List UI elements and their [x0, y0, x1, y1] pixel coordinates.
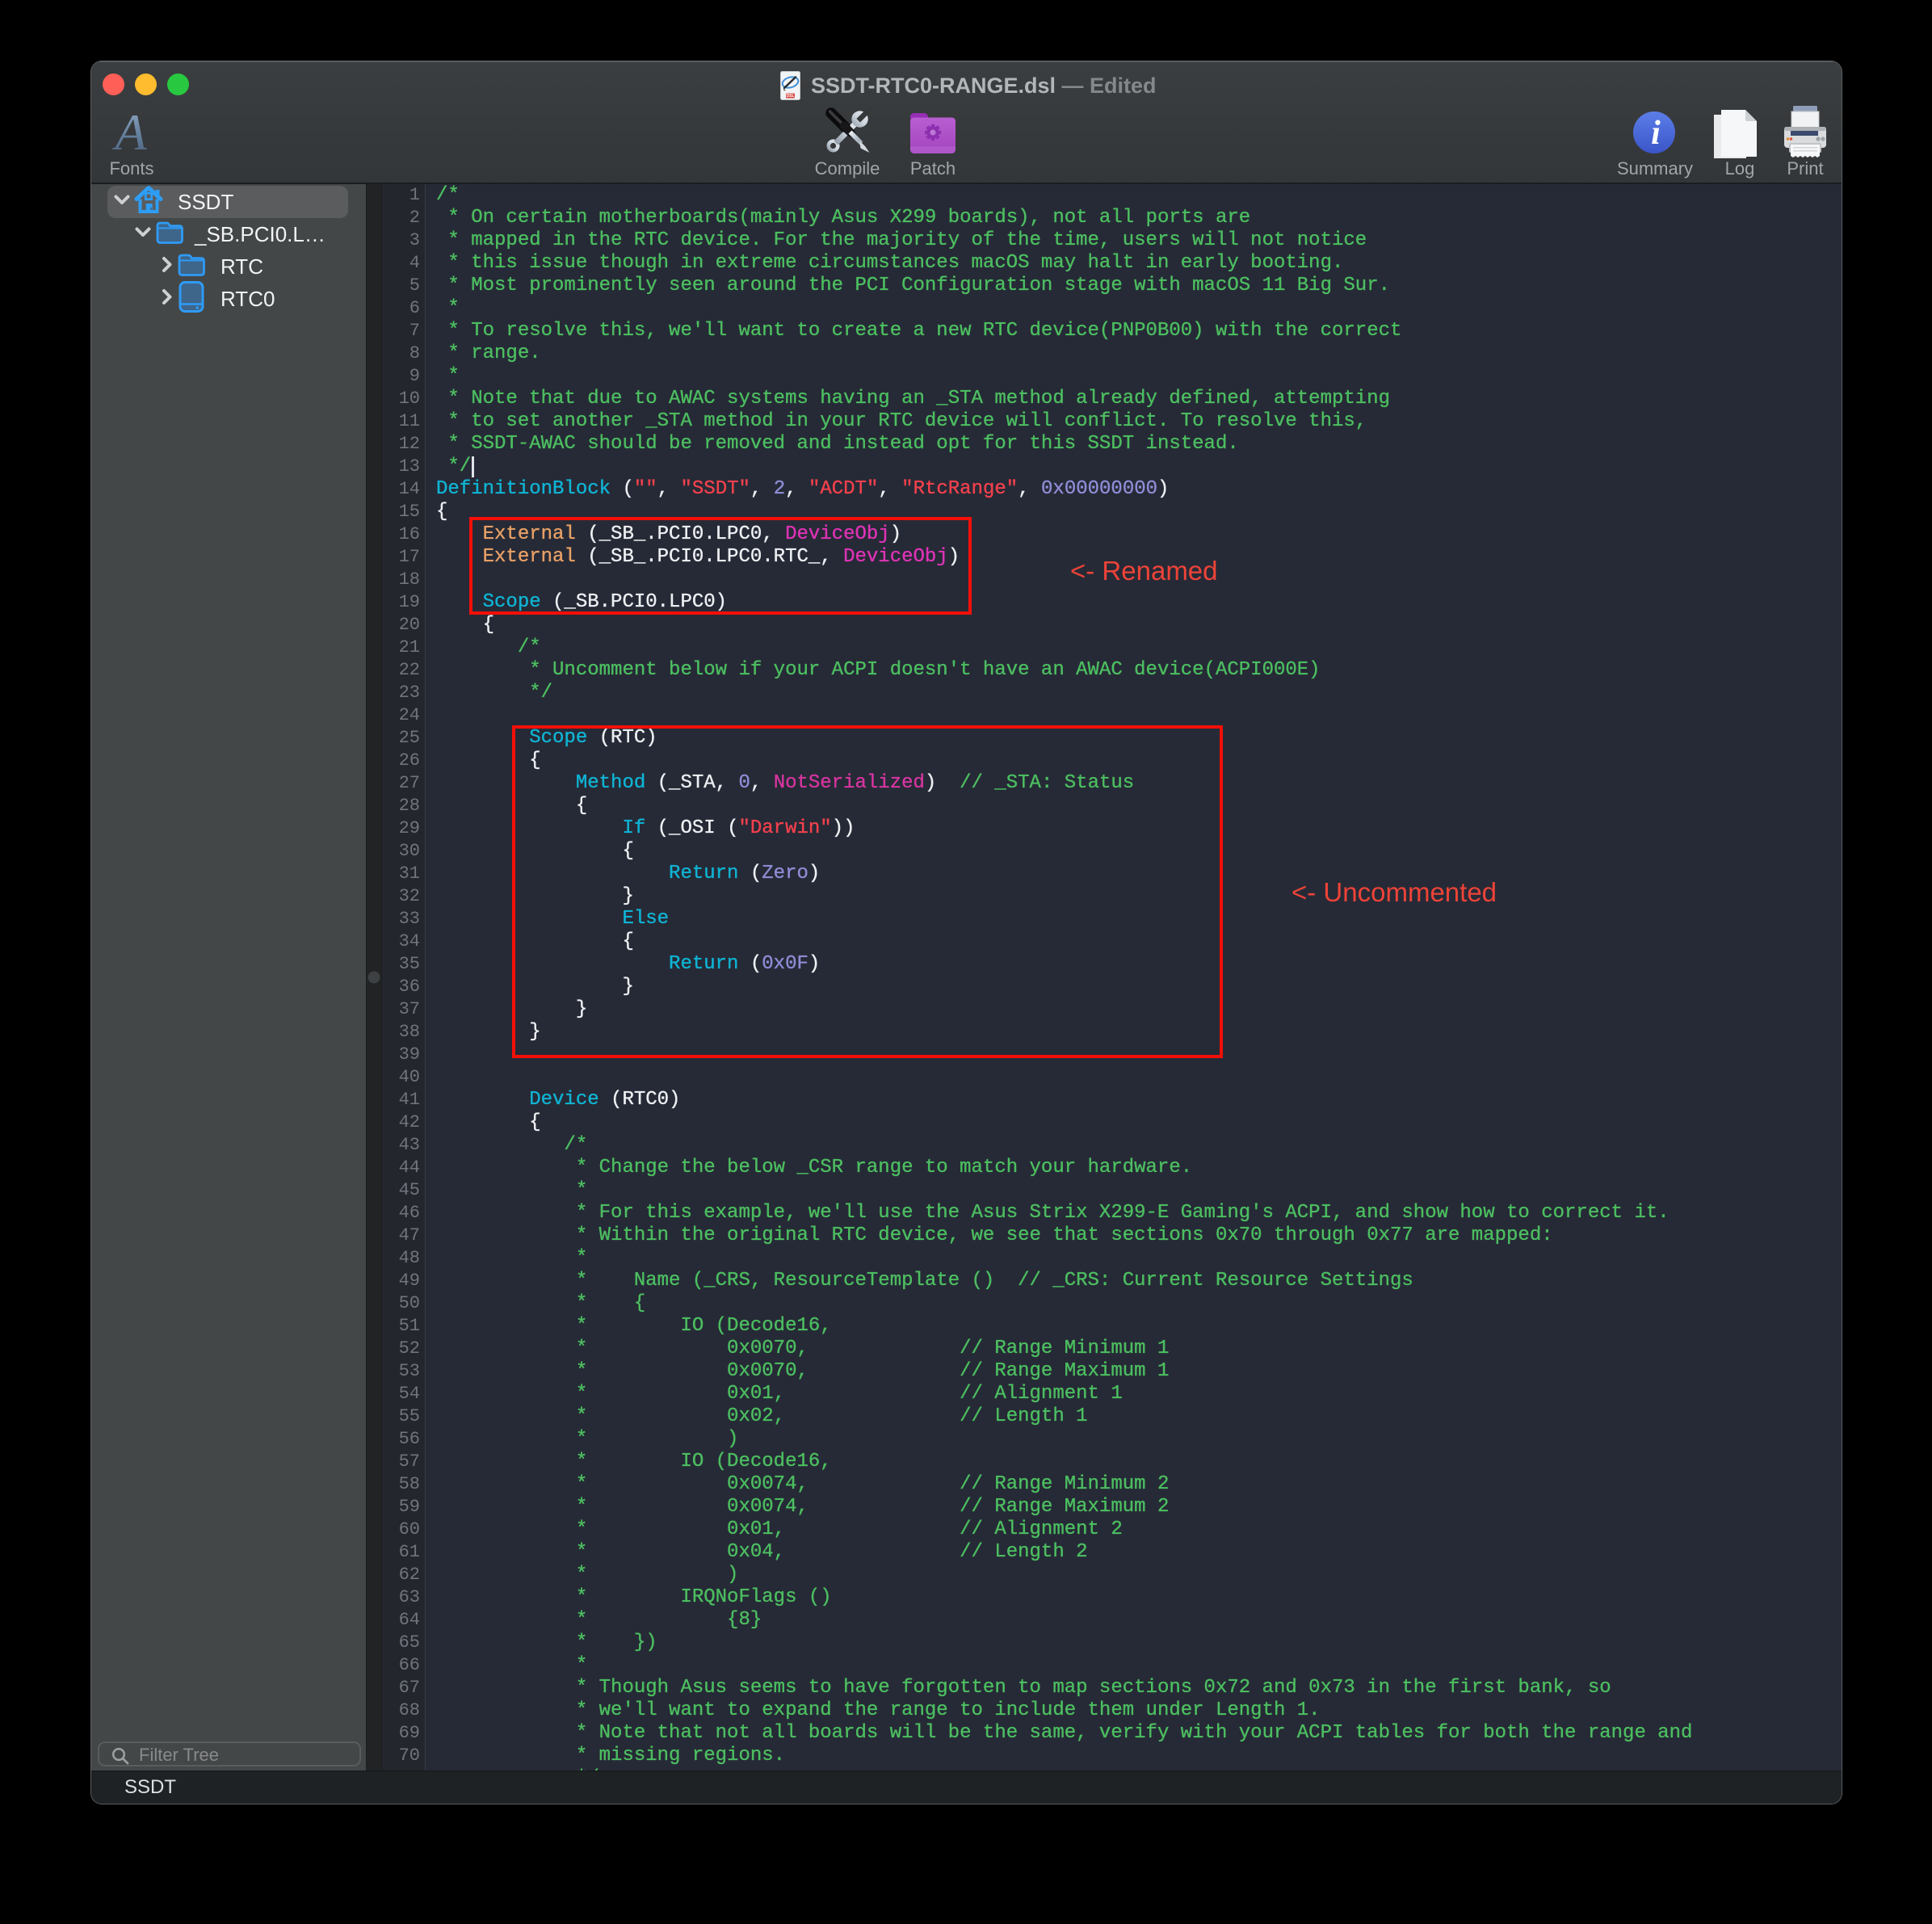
svg-text:A: A: [111, 110, 147, 153]
svg-text:i: i: [1651, 115, 1661, 152]
svg-text:DSL: DSL: [787, 94, 795, 99]
